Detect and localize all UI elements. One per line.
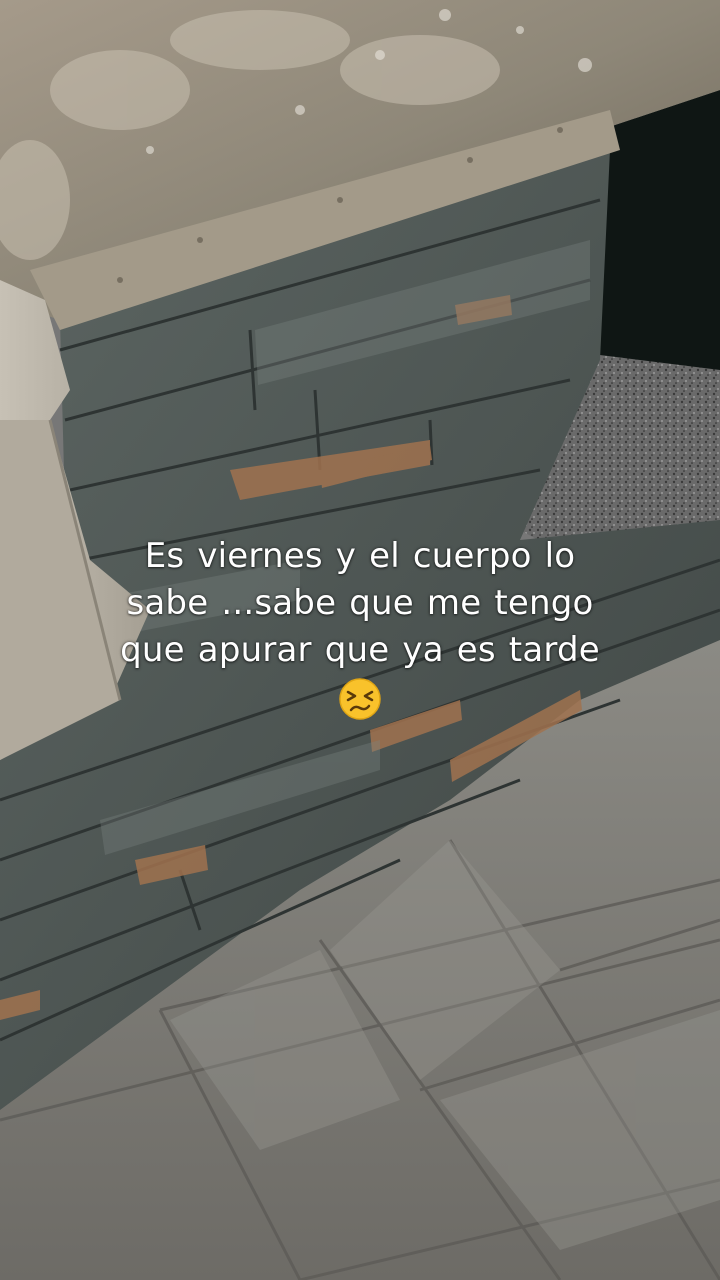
video-frame: Es viernes y el cuerpo lo sabe ...sabe q… bbox=[0, 0, 720, 1280]
persevering-face-emoji bbox=[338, 677, 382, 721]
video-caption: Es viernes y el cuerpo lo sabe ...sabe q… bbox=[40, 533, 680, 734]
caption-line-1: Es viernes y el cuerpo lo bbox=[144, 536, 576, 576]
caption-line-3: que apurar que ya es tarde bbox=[120, 630, 600, 670]
caption-line-2: sabe ...sabe que me tengo bbox=[126, 583, 594, 623]
